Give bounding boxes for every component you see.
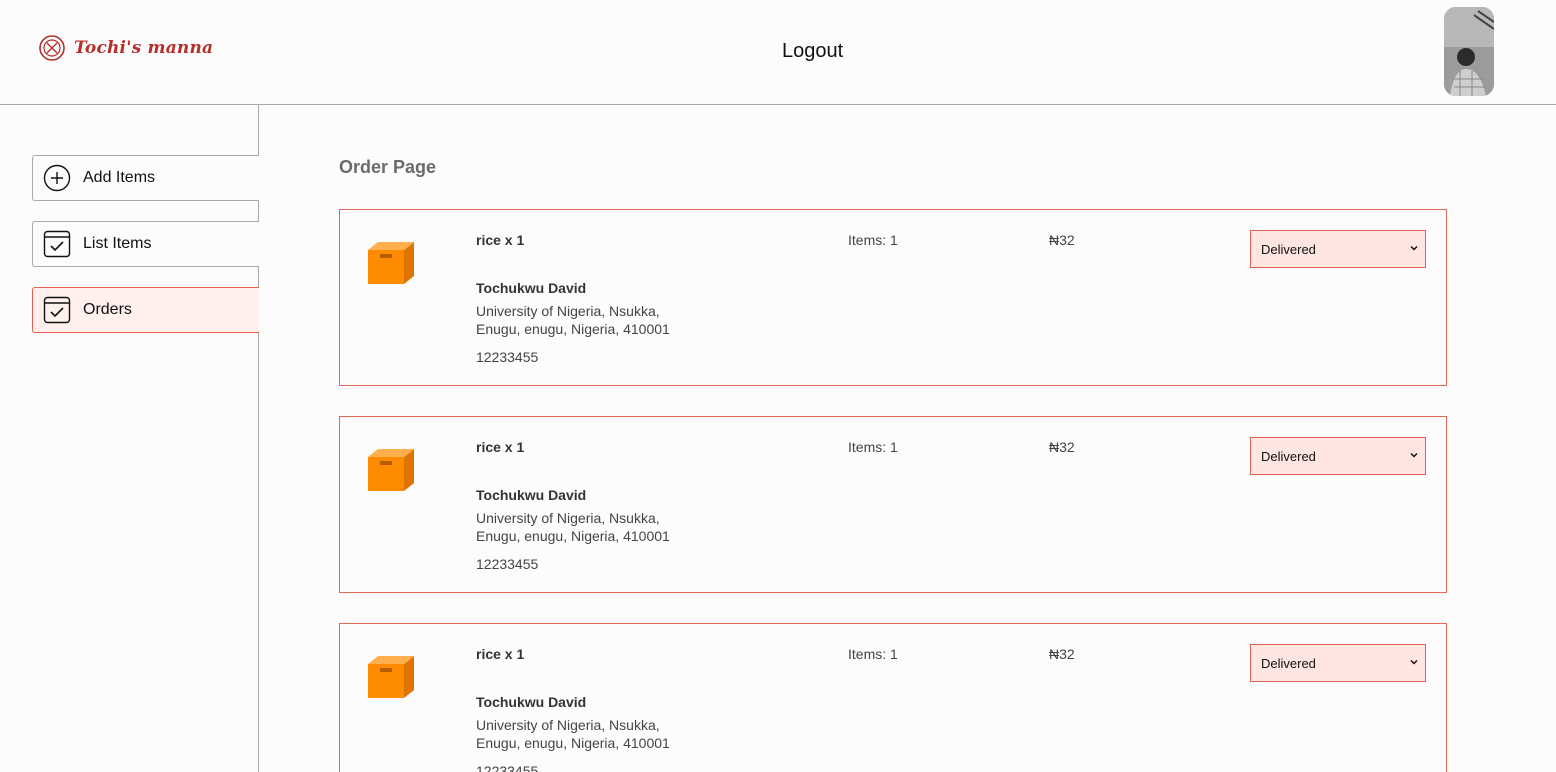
order-card: rice x 1 Tochukwu David University of Ni… <box>339 416 1447 593</box>
avatar-photo <box>1444 7 1494 96</box>
customer-phone: 12233455 <box>476 349 539 365</box>
sidebar: Add Items List Items Orders <box>0 105 259 772</box>
sidebar-item-orders[interactable]: Orders <box>32 287 259 333</box>
page-title: Order Page <box>339 157 437 177</box>
logo-text: Tochi's manna <box>74 38 214 58</box>
logo-icon <box>39 35 65 61</box>
address-line-2: Enugu, enugu, Nigeria, 410001 <box>476 528 670 544</box>
item-count: Items: 1 <box>848 232 898 248</box>
address-line-2: Enugu, enugu, Nigeria, 410001 <box>476 321 670 337</box>
order-price: ₦32 <box>1049 646 1075 662</box>
status-select[interactable]: Delivered <box>1250 230 1426 268</box>
sidebar-item-add-items[interactable]: Add Items <box>32 155 259 201</box>
parcel-icon <box>368 449 414 491</box>
customer-phone: 12233455 <box>476 556 539 572</box>
order-card: rice x 1 Tochukwu David University of Ni… <box>339 623 1447 772</box>
sidebar-item-label: List Items <box>83 235 152 252</box>
sidebar-item-label: Add Items <box>83 169 156 186</box>
status-value: Delivered <box>1261 655 1316 671</box>
customer-name: Tochukwu David <box>476 694 587 710</box>
status-value: Delivered <box>1261 241 1316 257</box>
parcel-icon <box>368 242 414 284</box>
order-items: rice x 1 <box>476 646 525 662</box>
sidebar-item-label: Orders <box>83 301 132 318</box>
order-price: ₦32 <box>1049 232 1075 248</box>
address-line-1: University of Nigeria, Nsukka, <box>476 303 660 319</box>
add-circle-icon <box>43 164 71 192</box>
chevron-down-icon <box>1410 659 1418 665</box>
main-content: Order Page rice x 1 Tochukwu David Unive… <box>259 105 1556 772</box>
app-logo[interactable]: Tochi's manna <box>38 34 213 62</box>
chevron-down-icon <box>1410 245 1418 251</box>
top-navbar: Tochi's manna Logout <box>0 0 1556 105</box>
status-select[interactable]: Delivered <box>1250 437 1426 475</box>
customer-name: Tochukwu David <box>476 280 587 296</box>
item-count: Items: 1 <box>848 439 898 455</box>
logout-button[interactable]: Logout <box>782 40 843 63</box>
checklist-icon <box>43 230 71 258</box>
customer-name: Tochukwu David <box>476 487 587 503</box>
avatar[interactable] <box>1444 7 1494 96</box>
sidebar-item-list-items[interactable]: List Items <box>32 221 259 267</box>
item-count: Items: 1 <box>848 646 898 662</box>
order-items: rice x 1 <box>476 439 525 455</box>
customer-phone: 12233455 <box>476 763 539 772</box>
chevron-down-icon <box>1410 452 1418 458</box>
checklist-icon <box>43 296 71 324</box>
order-items: rice x 1 <box>476 232 525 248</box>
parcel-icon <box>368 656 414 698</box>
order-card: rice x 1 Tochukwu David University of Ni… <box>339 209 1447 386</box>
status-value: Delivered <box>1261 448 1316 464</box>
status-select[interactable]: Delivered <box>1250 644 1426 682</box>
address-line-2: Enugu, enugu, Nigeria, 410001 <box>476 735 670 751</box>
address-line-1: University of Nigeria, Nsukka, <box>476 717 660 733</box>
order-price: ₦32 <box>1049 439 1075 455</box>
address-line-1: University of Nigeria, Nsukka, <box>476 510 660 526</box>
